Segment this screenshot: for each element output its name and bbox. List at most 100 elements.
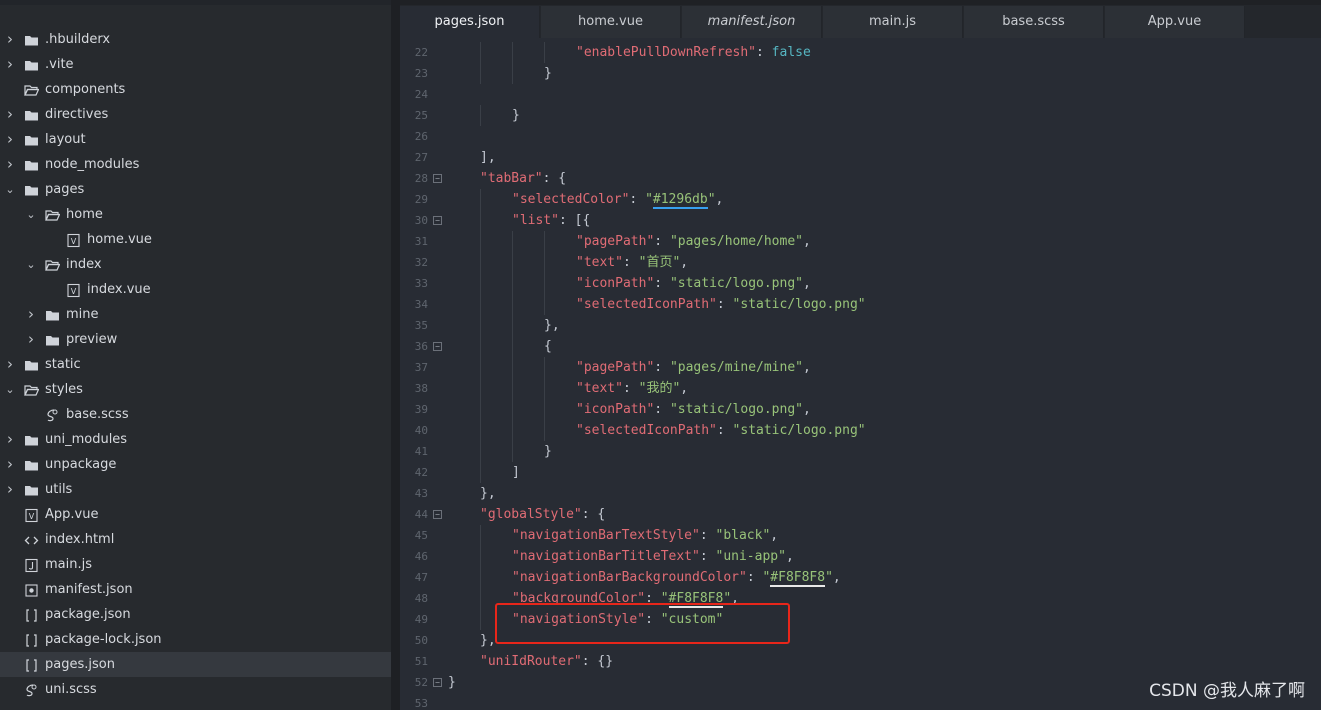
chevron-down-icon[interactable]: ⌄ bbox=[4, 377, 16, 402]
tree-item-index-html[interactable]: index.html bbox=[0, 527, 391, 552]
chevron-right-icon[interactable]: › bbox=[4, 127, 16, 152]
chevron-right-icon[interactable]: › bbox=[4, 427, 16, 452]
code-line[interactable]: 51 "uniIdRouter": {} bbox=[400, 651, 1321, 672]
tree-item-directives[interactable]: › directives bbox=[0, 102, 391, 127]
code-line[interactable]: 24 bbox=[400, 84, 1321, 105]
code-line[interactable]: 35}, bbox=[400, 315, 1321, 336]
chevron-right-icon[interactable]: › bbox=[4, 102, 16, 127]
tree-item-preview[interactable]: › preview bbox=[0, 327, 391, 352]
code-line[interactable]: 23} bbox=[400, 63, 1321, 84]
tree-item-pages[interactable]: ⌄ pages bbox=[0, 177, 391, 202]
code-line[interactable]: 33 "iconPath": "static/logo.png", bbox=[400, 273, 1321, 294]
chevron-down-icon[interactable]: ⌄ bbox=[25, 252, 37, 277]
tree-item-static[interactable]: › static bbox=[0, 352, 391, 377]
fold-toggle-icon[interactable]: − bbox=[433, 342, 442, 351]
code-line[interactable]: 25} bbox=[400, 105, 1321, 126]
code-line[interactable]: 29 "selectedColor": "#1296db", bbox=[400, 189, 1321, 210]
code-line[interactable]: 34 "selectedIconPath": "static/logo.png" bbox=[400, 294, 1321, 315]
code-token: "selectedIconPath" bbox=[576, 297, 717, 312]
code-token: "static/logo.png" bbox=[732, 423, 866, 438]
tab-home-vue[interactable]: home.vue bbox=[541, 6, 681, 38]
tab-manifest-json[interactable]: manifest.json bbox=[682, 6, 822, 38]
chevron-right-icon[interactable]: › bbox=[4, 27, 16, 52]
tree-item-home[interactable]: ⌄ home bbox=[0, 202, 391, 227]
indent-guide bbox=[512, 273, 513, 294]
fold-toggle-icon[interactable]: − bbox=[433, 216, 442, 225]
code-line[interactable]: 38 "text": "我的", bbox=[400, 378, 1321, 399]
code-line[interactable]: 27], bbox=[400, 147, 1321, 168]
tree-item-uni-modules[interactable]: › uni_modules bbox=[0, 427, 391, 452]
chevron-down-icon[interactable]: ⌄ bbox=[25, 202, 37, 227]
pane-splitter[interactable] bbox=[391, 0, 400, 710]
tree-item-utils[interactable]: › utils bbox=[0, 477, 391, 502]
tree-item-manifest-json[interactable]: manifest.json bbox=[0, 577, 391, 602]
tree-item-index[interactable]: ⌄ index bbox=[0, 252, 391, 277]
indent-guide bbox=[480, 231, 481, 252]
chevron-down-icon[interactable]: ⌄ bbox=[4, 177, 16, 202]
tree-item-mine[interactable]: › mine bbox=[0, 302, 391, 327]
json-file-icon bbox=[24, 607, 39, 622]
indent-guide bbox=[512, 315, 513, 336]
tree-item-home-vue[interactable]: Vhome.vue bbox=[0, 227, 391, 252]
tree-item-components[interactable]: components bbox=[0, 77, 391, 102]
code-line[interactable]: 30− "list": [{ bbox=[400, 210, 1321, 231]
code-line[interactable]: 36− { bbox=[400, 336, 1321, 357]
code-token: : bbox=[699, 528, 716, 543]
tree-item-package-json[interactable]: package.json bbox=[0, 602, 391, 627]
fold-toggle-icon[interactable]: − bbox=[433, 678, 442, 687]
code-line[interactable]: 44− "globalStyle": { bbox=[400, 504, 1321, 525]
code-line[interactable]: 37 "pagePath": "pages/mine/mine", bbox=[400, 357, 1321, 378]
code-line[interactable]: 46 "navigationBarTitleText": "uni-app", bbox=[400, 546, 1321, 567]
tree-item-unpackage[interactable]: › unpackage bbox=[0, 452, 391, 477]
tree-item-pages-json[interactable]: pages.json bbox=[0, 652, 391, 677]
code-token: : bbox=[654, 234, 670, 249]
chevron-right-icon[interactable]: › bbox=[4, 152, 16, 177]
fold-toggle-icon[interactable]: − bbox=[433, 510, 442, 519]
code-line[interactable]: 45 "navigationBarTextStyle": "black", bbox=[400, 525, 1321, 546]
tree-item-package-lock-json[interactable]: package-lock.json bbox=[0, 627, 391, 652]
tree-item-label: pages bbox=[45, 182, 85, 197]
tab-app-vue[interactable]: App.vue bbox=[1105, 6, 1245, 38]
tree-item-node-modules[interactable]: › node_modules bbox=[0, 152, 391, 177]
tab-pages-json[interactable]: pages.json bbox=[400, 6, 540, 38]
code-token: { bbox=[544, 339, 552, 354]
tree-item-label: .vite bbox=[45, 57, 74, 72]
code-line[interactable]: 42] bbox=[400, 462, 1321, 483]
code-line[interactable]: 43}, bbox=[400, 483, 1321, 504]
code-token: , bbox=[832, 570, 841, 585]
tree-item--vite[interactable]: › .vite bbox=[0, 52, 391, 77]
chevron-right-icon[interactable]: › bbox=[25, 302, 37, 327]
tree-item-styles[interactable]: ⌄ styles bbox=[0, 377, 391, 402]
code-token: : bbox=[629, 192, 646, 207]
tree-item-main-js[interactable]: main.js bbox=[0, 552, 391, 577]
code-line[interactable]: 22 "enablePullDownRefresh": false bbox=[400, 42, 1321, 63]
chevron-right-icon[interactable]: › bbox=[4, 452, 16, 477]
fold-toggle-icon[interactable]: − bbox=[433, 174, 442, 183]
tab-base-scss[interactable]: base.scss bbox=[964, 6, 1104, 38]
chevron-right-icon[interactable]: › bbox=[4, 52, 16, 77]
tab-main-js[interactable]: main.js bbox=[823, 6, 963, 38]
code-line[interactable]: 41} bbox=[400, 441, 1321, 462]
tree-item-base-scss[interactable]: base.scss bbox=[0, 402, 391, 427]
tree-item-layout[interactable]: › layout bbox=[0, 127, 391, 152]
tree-item-app-vue[interactable]: V App.vue bbox=[0, 502, 391, 527]
code-token: "text" bbox=[576, 381, 623, 396]
chevron-right-icon[interactable]: › bbox=[25, 327, 37, 352]
tree-item-index-vue[interactable]: Vindex.vue bbox=[0, 277, 391, 302]
code-line[interactable]: 40 "selectedIconPath": "static/logo.png" bbox=[400, 420, 1321, 441]
code-line[interactable]: 28− "tabBar": { bbox=[400, 168, 1321, 189]
code-line[interactable]: 32 "text": "首页", bbox=[400, 252, 1321, 273]
code-line[interactable]: 47 "navigationBarBackgroundColor": "#F8F8… bbox=[400, 567, 1321, 588]
tree-item-uni-scss[interactable]: uni.scss bbox=[0, 677, 391, 702]
code-token: ] bbox=[512, 465, 520, 480]
code-line[interactable]: 26 bbox=[400, 126, 1321, 147]
code-line[interactable]: 39 "iconPath": "static/logo.png", bbox=[400, 399, 1321, 420]
tree-item--hbuilderx[interactable]: › .hbuilderx bbox=[0, 27, 391, 52]
code-line[interactable]: 31 "pagePath": "pages/home/home", bbox=[400, 231, 1321, 252]
chevron-right-icon[interactable]: › bbox=[4, 477, 16, 502]
folder-icon bbox=[24, 482, 39, 497]
chevron-right-icon[interactable]: › bbox=[4, 352, 16, 377]
indent-guide bbox=[544, 420, 545, 441]
code-text: "iconPath": "static/logo.png", bbox=[576, 399, 811, 420]
tree-item-label: uni_modules bbox=[45, 432, 128, 447]
